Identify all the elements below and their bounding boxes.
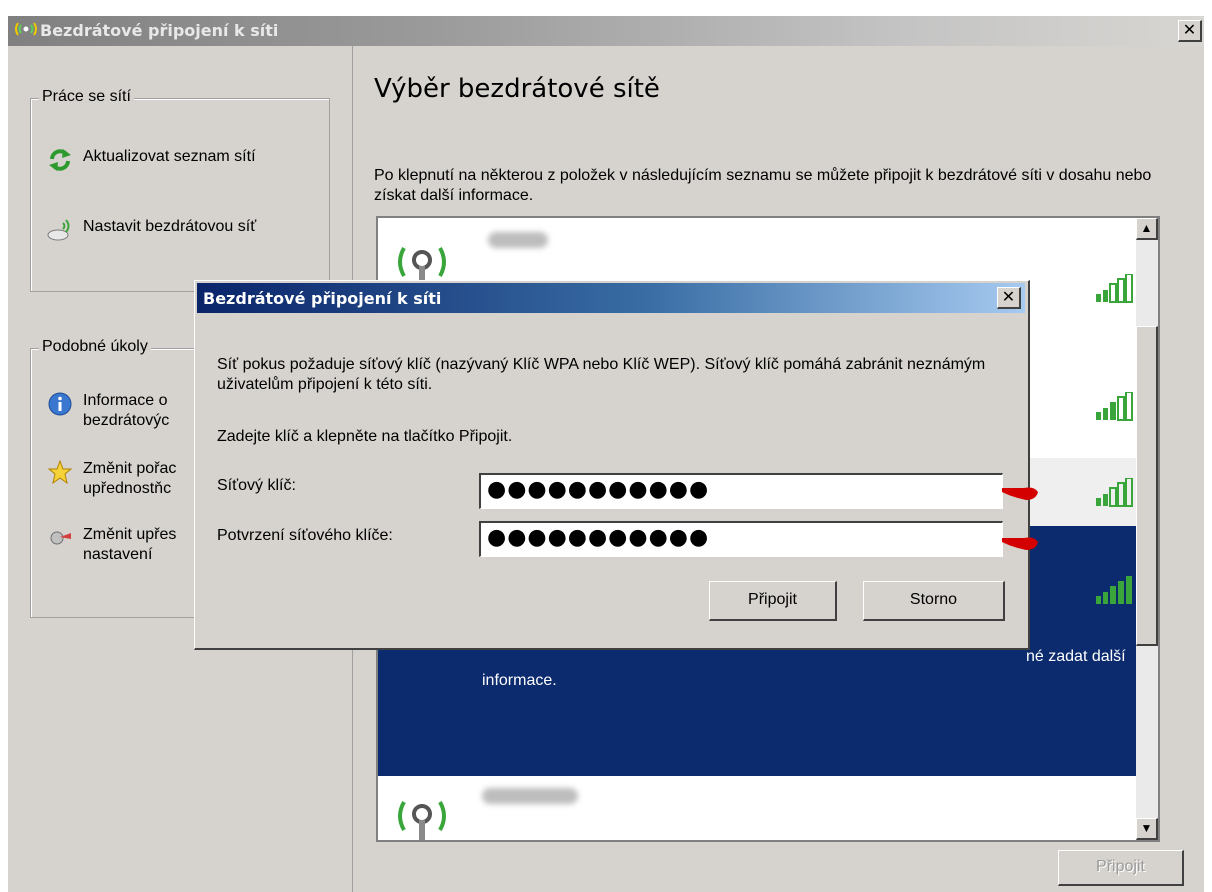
setup-wireless-task[interactable]: Nastavit bezdrátovou síť [47, 217, 256, 243]
scroll-thumb[interactable] [1136, 326, 1158, 646]
confirm-key-input[interactable]: ●●●●●●●●●●● [479, 521, 1003, 557]
dialog-cancel-button[interactable]: Storno [863, 581, 1005, 621]
network-key-dialog: Bezdrátové připojení k síti ✕ Síť pokus … [194, 280, 1030, 650]
info-icon [48, 392, 72, 416]
signal-strength-icon [1096, 274, 1133, 303]
network-key-label: Síťový klíč: [217, 477, 296, 494]
wireless-setup-icon [47, 219, 70, 241]
star-icon [47, 459, 73, 485]
signal-strength-icon [1096, 392, 1133, 421]
dialog-titlebar[interactable]: Bezdrátové připojení k síti ✕ [197, 283, 1025, 313]
network-item-description-line2: informace. [482, 672, 557, 689]
intro-text: Po klepnutí na některou z položek v násl… [374, 167, 1152, 204]
wireless-network-icon [398, 801, 446, 840]
settings-icon [50, 531, 71, 545]
signal-strength-icon [1096, 576, 1132, 604]
dialog-title: Bezdrátové připojení k síti [203, 289, 442, 308]
pointer-hand-icon [1002, 487, 1038, 500]
confirm-key-label: Potvrzení síťového klíče: [217, 527, 393, 544]
pointer-hand-icon [1002, 537, 1038, 550]
related-task-info-label: Informace o bezdrátovýc [83, 392, 170, 429]
network-tasks-group: Práce se sítí Aktualizovat seznam sítí N… [30, 88, 330, 292]
related-task-order-label: Změnit pořac upřednostňc [83, 460, 177, 497]
scroll-up-button[interactable]: ▲ [1136, 218, 1158, 240]
network-item[interactable] [378, 776, 1138, 840]
wireless-icon [15, 22, 37, 36]
refresh-network-list-label: Aktualizovat seznam sítí [83, 148, 256, 165]
signal-strength-icon [1096, 478, 1133, 507]
connect-button-main[interactable]: Připojit [1058, 850, 1184, 886]
dialog-connect-button[interactable]: Připojit [709, 581, 837, 621]
related-task-settings[interactable]: Změnit upřes nastavení [47, 525, 176, 565]
related-tasks-legend: Podobné úkoly [39, 338, 151, 356]
dialog-instruction: Zadejte klíč a klepněte na tlačítko Přip… [217, 428, 513, 445]
related-task-settings-label: Změnit upřes nastavení [83, 526, 177, 563]
network-list-scrollbar[interactable]: ▲ ▼ [1136, 218, 1158, 840]
window-title: Bezdrátové připojení k síti [40, 21, 279, 40]
refresh-icon [49, 149, 71, 171]
window-titlebar[interactable]: Bezdrátové připojení k síti ✕ [8, 16, 1204, 46]
refresh-network-list-task[interactable]: Aktualizovat seznam sítí [47, 147, 256, 173]
dialog-message: Síť pokus požaduje síťový klíč (nazývaný… [217, 356, 986, 393]
setup-wireless-label: Nastavit bezdrátovou síť [83, 218, 257, 235]
page-title: Výběr bezdrátové sítě [374, 74, 660, 104]
network-key-input[interactable]: ●●●●●●●●●●● [479, 473, 1003, 509]
related-task-order[interactable]: Změnit pořac upřednostňc [47, 459, 176, 499]
related-task-info[interactable]: Informace o bezdrátovýc [47, 391, 169, 431]
network-name-blurred [488, 232, 548, 248]
scroll-down-button[interactable]: ▼ [1136, 818, 1158, 840]
network-tasks-legend: Práce se sítí [39, 88, 134, 106]
network-name-blurred [482, 788, 578, 804]
network-item-description: né zadat další [1026, 648, 1126, 665]
window-close-button[interactable]: ✕ [1178, 20, 1202, 42]
dialog-close-button[interactable]: ✕ [997, 287, 1021, 309]
